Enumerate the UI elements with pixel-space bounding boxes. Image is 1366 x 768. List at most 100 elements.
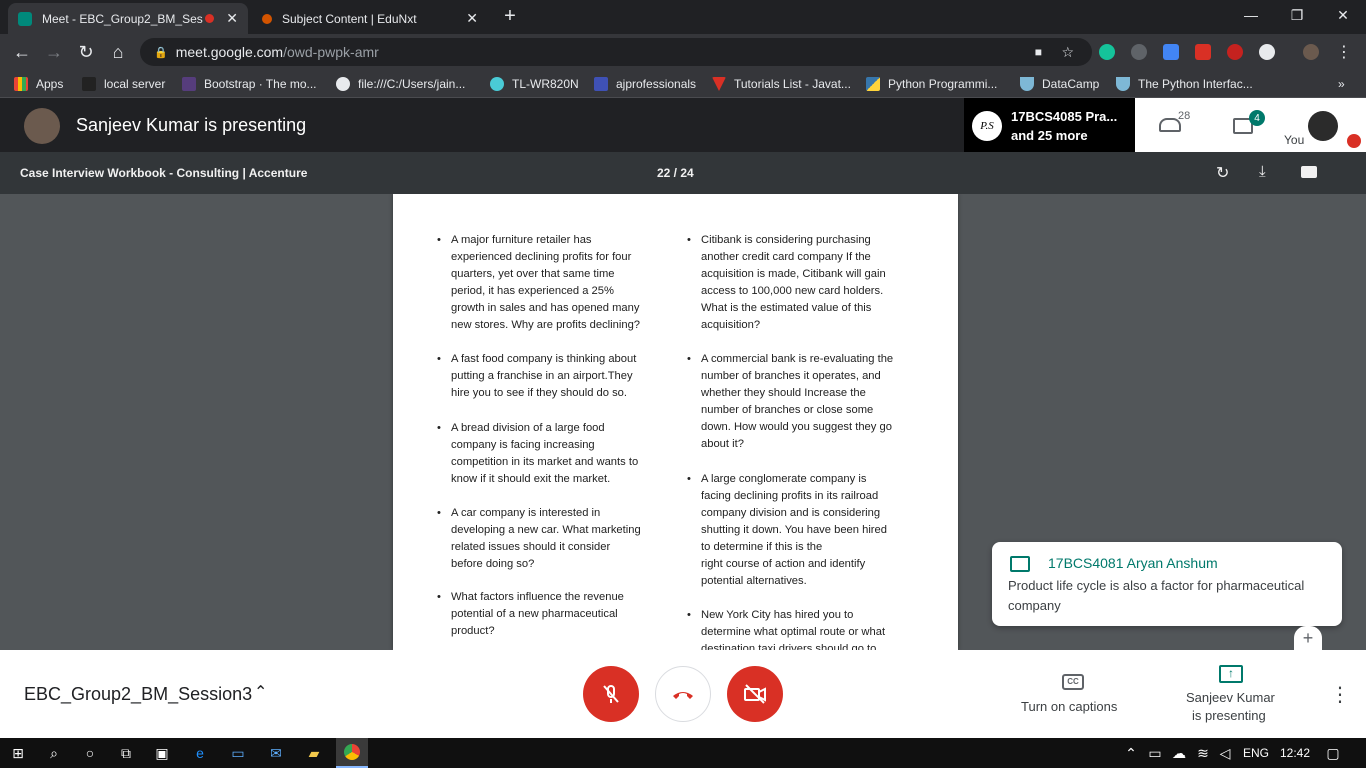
bookmark-ajprofessionals[interactable]: ajprofessionals [594, 75, 696, 93]
close-tab-icon[interactable]: ✕ [466, 10, 478, 27]
grammarly-extension-icon[interactable] [1099, 44, 1115, 60]
mail-icon[interactable]: ✉ [266, 743, 286, 763]
bookmark-label: Tutorials List - Javat... [734, 77, 851, 91]
recording-dot-icon [205, 14, 214, 23]
bookmark-python-interface[interactable]: The Python Interfac... [1116, 75, 1253, 93]
presenting-status-line1: Sanjeev Kumar [1186, 690, 1275, 705]
chat-icon [1010, 556, 1030, 572]
computer-icon[interactable]: ▭ [228, 743, 248, 763]
page-indicator: 22 / 24 [657, 166, 694, 180]
home-icon[interactable]: ⌂ [106, 40, 130, 64]
search-icon[interactable]: ⌕ [44, 743, 64, 763]
tab-meet[interactable]: Meet - EBC_Group2_BM_Ses ✕ [8, 3, 248, 34]
store-icon[interactable]: ▣ [152, 743, 172, 763]
notifications-icon[interactable]: ▢ [1323, 743, 1343, 763]
task-view-icon[interactable]: ⧉ [116, 743, 136, 763]
new-tab-button[interactable]: + [498, 4, 522, 28]
bookmark-star-icon[interactable]: ☆ [1061, 44, 1074, 61]
captions-icon[interactable]: CC [1062, 674, 1084, 690]
onedrive-icon[interactable]: ☁ [1169, 743, 1189, 763]
pdf-text-line: What factors influence the revenue [451, 591, 624, 603]
pdf-text-line: hire you to see if they should do so. [451, 387, 628, 399]
chrome-taskbar-button[interactable] [336, 738, 368, 768]
bootstrap-icon [182, 77, 196, 91]
pdf-text-line: period, it has experienced a 25% [451, 285, 614, 297]
back-icon[interactable]: ← [10, 40, 34, 64]
wifi-icon[interactable]: ≋ [1193, 743, 1213, 763]
restore-icon[interactable]: ❐ [1274, 0, 1320, 30]
tab-edunxt[interactable]: Subject Content | EduNxt ✕ [252, 3, 488, 34]
file-explorer-icon[interactable]: ▰ [304, 743, 324, 763]
house-icon [82, 77, 96, 91]
more-options-icon[interactable]: ⋮ [1330, 682, 1350, 707]
extension-icon[interactable] [1131, 44, 1147, 60]
windows-start-icon[interactable]: ⊞ [8, 743, 28, 763]
rotate-icon[interactable]: ↻ [1216, 163, 1229, 183]
close-tab-icon[interactable]: ✕ [226, 10, 238, 27]
bookmark-tl-wr820n[interactable]: TL-WR820N [490, 75, 579, 93]
bookmark-label: Bootstrap · The mo... [204, 77, 317, 91]
pdf-title: Case Interview Workbook - Consulting | A… [20, 166, 308, 180]
clock[interactable]: 12:42 [1280, 746, 1310, 760]
windows-taskbar: ⊞ ⌕ ○ ⧉ ▣ e ▭ ✉ ▰ ⌃ ▭ ☁ ≋ ◁ ENG 12:42 ▢ [0, 738, 1366, 768]
meet-favicon-icon [18, 11, 32, 26]
tab-label: Subject Content | EduNxt [282, 11, 417, 26]
more-bookmarks-icon[interactable]: » [1338, 75, 1345, 93]
reload-icon[interactable]: ↻ [74, 40, 98, 64]
forward-icon[interactable]: → [42, 40, 66, 64]
print-icon[interactable] [1301, 166, 1317, 178]
chrome-menu-icon[interactable]: ⋮ [1336, 42, 1352, 62]
chat-message-line2: company [1008, 598, 1061, 613]
bookmark-apps[interactable]: Apps [14, 75, 63, 93]
edge-icon[interactable]: e [190, 743, 210, 763]
yab-extension-icon[interactable] [1227, 44, 1243, 60]
pdf-text-line: down. How would you suggest they go [701, 421, 892, 433]
self-avatar[interactable] [1308, 111, 1338, 141]
pdf-bullet: • New York City has hired you to determine… [687, 607, 885, 650]
pdf-extension-icon[interactable] [1195, 44, 1211, 60]
battery-icon[interactable]: ▭ [1145, 743, 1165, 763]
camera-icon[interactable]: ■ [1035, 45, 1042, 59]
bookmark-bootstrap[interactable]: Bootstrap · The mo... [182, 75, 317, 93]
pdf-bullet: • A car company is interested in developin… [437, 505, 641, 573]
javatpoint-icon [712, 77, 726, 91]
chat-notification[interactable]: 17BCS4081 Aryan Anshum Product life cycl… [992, 542, 1342, 626]
volume-icon[interactable]: ◁ [1215, 743, 1235, 763]
bookmark-python[interactable]: Python Programmi... [866, 75, 997, 93]
bookmark-datacamp[interactable]: DataCamp [1020, 75, 1099, 93]
language-indicator[interactable]: ENG [1243, 746, 1269, 760]
minimize-icon[interactable]: — [1228, 0, 1274, 30]
pdf-text-line: potential of a new pharmaceutical [451, 608, 618, 620]
download-icon[interactable]: ⤓ [1259, 163, 1266, 180]
chevron-up-icon[interactable]: ⌃ [254, 682, 267, 702]
pdf-text-line: whether they should Increase the [701, 387, 866, 399]
bookmark-label: TL-WR820N [512, 77, 579, 91]
captions-label[interactable]: Turn on captions [1021, 699, 1117, 714]
profile-avatar[interactable] [1303, 44, 1319, 60]
pdf-bullet: • A large conglomerate company is facing d… [687, 471, 887, 590]
meeting-name[interactable]: EBC_Group2_BM_Session3 [24, 684, 252, 705]
present-icon[interactable]: ↑ [1219, 665, 1243, 683]
extension-icon[interactable] [1259, 44, 1275, 60]
pdf-text-line: company division and is considering [701, 507, 881, 519]
close-window-icon[interactable]: ✕ [1320, 0, 1366, 30]
participants-preview[interactable]: P.S 17BCS4085 Pra... and 25 more [964, 98, 1135, 152]
pdf-text-line: What is the estimated value of this [701, 302, 872, 314]
pdf-bullet: • A fast food company is thinking about pu… [437, 351, 636, 402]
translate-extension-icon[interactable] [1163, 44, 1179, 60]
address-bar[interactable]: 🔒 meet.google.com/owd-pwpk-amr ■ ☆ [140, 38, 1092, 66]
chat-count-badge: 4 [1249, 110, 1265, 126]
leave-call-button[interactable] [655, 666, 711, 722]
add-button[interactable]: + [1294, 626, 1322, 650]
bookmark-local-server[interactable]: local server [82, 75, 165, 93]
meet-header-controls: 28 4 You [1135, 98, 1366, 152]
cortana-icon[interactable]: ○ [80, 743, 100, 763]
chat-message-line1: Product life cycle is also a factor for … [1008, 578, 1305, 593]
pdf-text-line: growth in sales and has opened many [451, 302, 640, 314]
mic-toggle-button[interactable] [583, 666, 639, 722]
pdf-text-line: about it? [701, 438, 744, 450]
camera-toggle-button[interactable] [727, 666, 783, 722]
bookmark-file[interactable]: file:///C:/Users/jain... [336, 75, 465, 93]
chevron-up-icon[interactable]: ⌃ [1121, 743, 1141, 763]
bookmark-javatpoint[interactable]: Tutorials List - Javat... [712, 75, 851, 93]
